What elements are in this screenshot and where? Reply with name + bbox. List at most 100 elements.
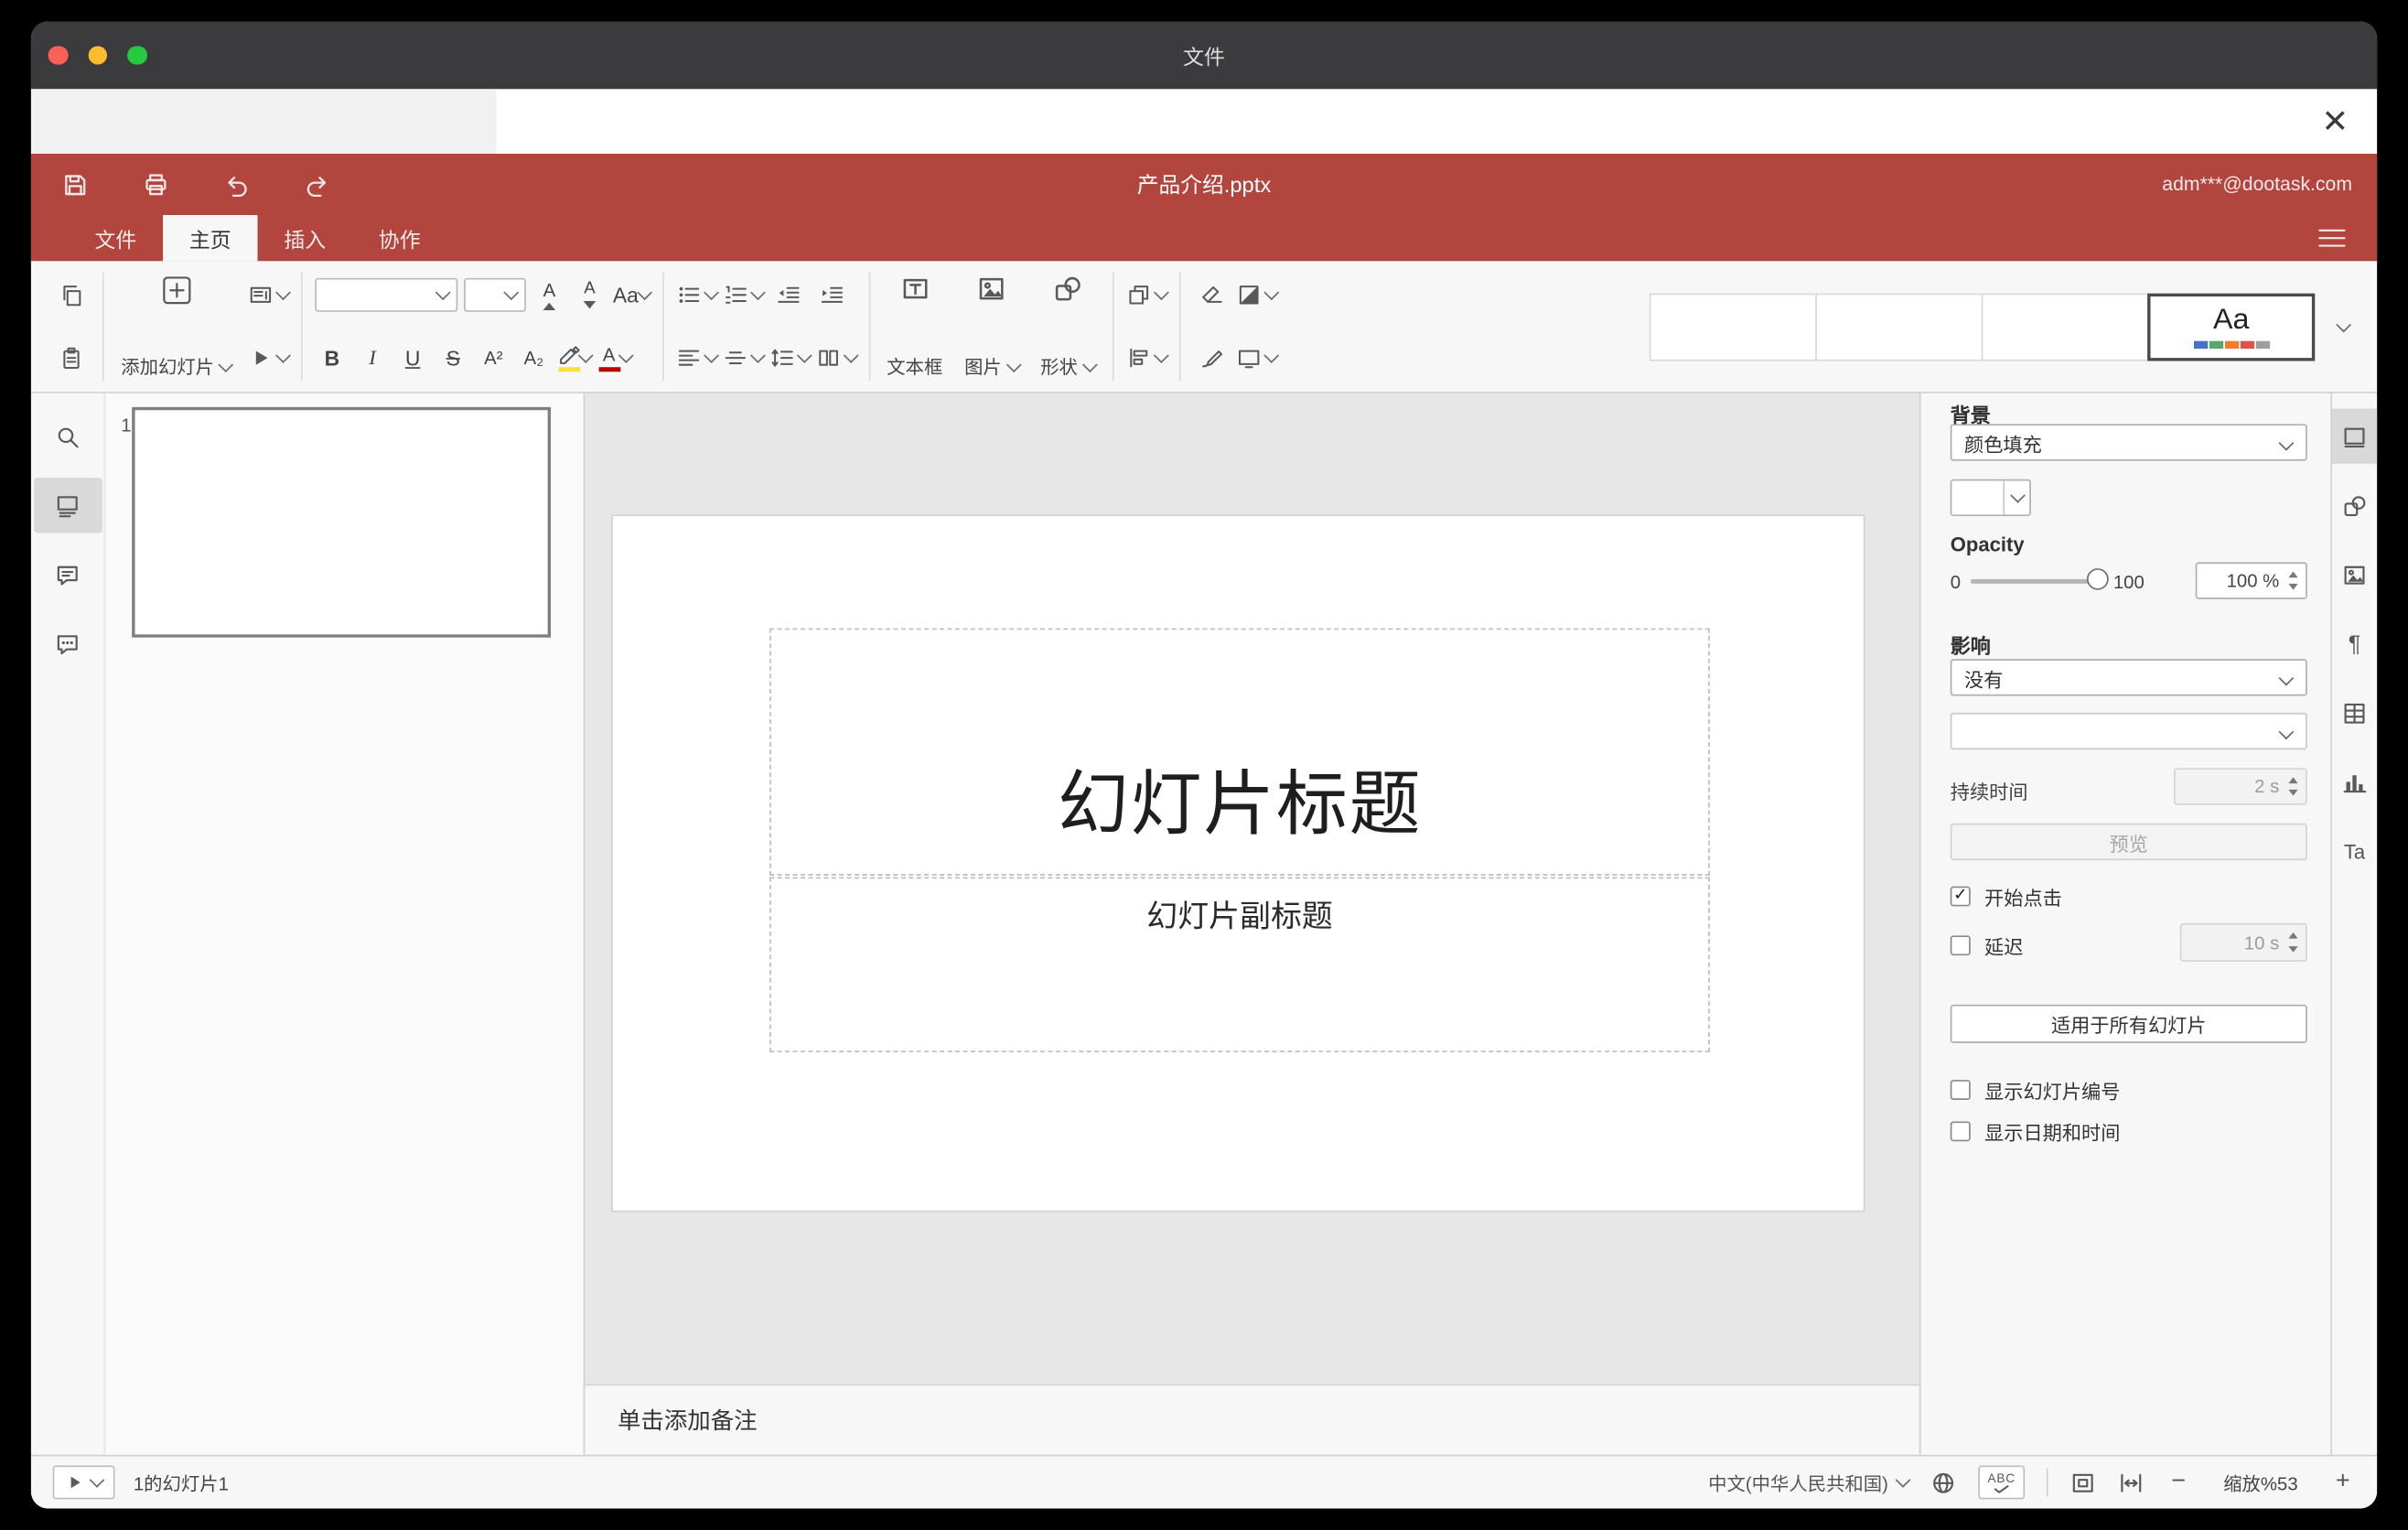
font-size-select[interactable] bbox=[464, 277, 526, 312]
numbered-list-button[interactable] bbox=[722, 275, 766, 315]
text-art-settings-tab[interactable]: Ta bbox=[2331, 824, 2377, 878]
print-button[interactable] bbox=[134, 163, 177, 206]
underline-button[interactable]: U bbox=[395, 339, 429, 376]
save-icon bbox=[64, 174, 85, 195]
highlight-color-button[interactable] bbox=[557, 339, 593, 376]
slide-canvas[interactable]: 幻灯片标题 幻灯片副标题 bbox=[611, 514, 1865, 1212]
comments-panel-button[interactable] bbox=[33, 547, 102, 602]
opacity-spinner[interactable]: 100 % bbox=[2195, 562, 2307, 599]
theme-gallery-expand-button[interactable] bbox=[2324, 307, 2361, 347]
strikethrough-button[interactable]: S bbox=[436, 339, 470, 376]
slide-thumbnail[interactable] bbox=[132, 406, 552, 638]
insert-image-button[interactable]: 图片 bbox=[953, 269, 1029, 384]
chart-icon bbox=[2343, 774, 2367, 792]
notes-area[interactable]: 单击添加备注 bbox=[585, 1384, 1919, 1455]
subtitle-placeholder[interactable]: 幻灯片副标题 bbox=[769, 877, 1710, 1052]
redo-button[interactable] bbox=[295, 163, 338, 206]
tab-collaboration[interactable]: 协作 bbox=[352, 215, 446, 261]
columns-button[interactable] bbox=[815, 338, 858, 378]
transition-variant-select[interactable] bbox=[1950, 712, 2307, 750]
delay-spinner[interactable]: 10 s bbox=[2179, 922, 2307, 962]
spell-check-button[interactable]: ABC bbox=[1978, 1465, 2026, 1500]
chevron-down-icon bbox=[2005, 480, 2029, 514]
zoom-out-button[interactable]: − bbox=[2166, 1469, 2190, 1496]
save-button[interactable] bbox=[53, 163, 96, 206]
decrease-indent-button[interactable] bbox=[769, 275, 806, 315]
theme-option-selected[interactable]: Aa bbox=[2147, 292, 2316, 361]
slides-panel-button[interactable] bbox=[33, 478, 102, 533]
change-case-button[interactable]: Aa bbox=[612, 276, 652, 313]
bold-button[interactable]: B bbox=[315, 339, 349, 376]
tab-file[interactable]: 文件 bbox=[69, 215, 163, 261]
apply-to-all-button[interactable]: 适用于所有幻灯片 bbox=[1950, 1004, 2307, 1043]
theme-option-1[interactable] bbox=[1649, 292, 1817, 361]
globe-icon[interactable] bbox=[1930, 1470, 1957, 1496]
show-slide-number-checkbox[interactable] bbox=[1950, 1080, 1971, 1100]
line-spacing-button[interactable] bbox=[769, 338, 812, 378]
add-slide-button[interactable]: 添加幻灯片 bbox=[110, 269, 242, 384]
fit-slide-icon[interactable] bbox=[2069, 1470, 2096, 1496]
theme-option-3[interactable] bbox=[1981, 292, 2149, 361]
slide-size-button[interactable] bbox=[1236, 338, 1279, 378]
font-name-select[interactable] bbox=[315, 277, 458, 312]
color-swatch bbox=[1951, 480, 2005, 515]
duration-spinner[interactable]: 2 s bbox=[2173, 768, 2307, 805]
italic-button[interactable]: I bbox=[355, 339, 389, 376]
opacity-slider-knob[interactable] bbox=[2086, 568, 2109, 590]
fit-width-icon[interactable] bbox=[2118, 1470, 2145, 1496]
color-scheme-button[interactable] bbox=[1236, 275, 1279, 315]
insert-shape-button[interactable]: 形状 bbox=[1029, 269, 1105, 384]
tab-insert[interactable]: 插入 bbox=[258, 215, 352, 261]
tab-home[interactable]: 主页 bbox=[163, 215, 258, 262]
vertical-align-button[interactable] bbox=[722, 338, 766, 378]
theme-option-2[interactable] bbox=[1815, 292, 1983, 361]
close-icon[interactable]: ✕ bbox=[2314, 100, 2357, 143]
align-left-icon bbox=[677, 350, 699, 366]
insert-textbox-button[interactable]: 文本框 bbox=[876, 269, 953, 384]
language-selector[interactable]: 中文(中华人民共和国) bbox=[1708, 1470, 1911, 1496]
start-slideshow-statusbar-button[interactable] bbox=[52, 1465, 115, 1500]
search-panel-button[interactable] bbox=[33, 409, 102, 464]
opacity-slider-track[interactable] bbox=[1970, 578, 2102, 584]
font-color-button[interactable]: A bbox=[597, 339, 633, 376]
background-color-picker[interactable] bbox=[1950, 479, 2031, 517]
clear-style-button[interactable] bbox=[1192, 275, 1230, 315]
chat-panel-button[interactable] bbox=[33, 616, 102, 671]
check-icon bbox=[1994, 1484, 2009, 1492]
delay-checkbox[interactable] bbox=[1950, 935, 1971, 956]
superscript-button[interactable]: A² bbox=[477, 339, 511, 376]
paste-button[interactable] bbox=[53, 338, 91, 378]
shape-settings-tab[interactable] bbox=[2331, 478, 2377, 533]
horizontal-align-button[interactable] bbox=[676, 338, 719, 378]
shape-icon bbox=[1055, 276, 1080, 301]
view-settings-button[interactable] bbox=[2312, 220, 2352, 256]
increase-font-button[interactable]: A bbox=[532, 276, 566, 313]
chevron-down-icon bbox=[618, 348, 633, 363]
subscript-button[interactable]: A₂ bbox=[517, 339, 551, 376]
start-slideshow-button[interactable] bbox=[248, 338, 291, 378]
preview-button[interactable]: 预览 bbox=[1950, 823, 2307, 861]
decrease-font-button[interactable]: A bbox=[573, 276, 607, 313]
image-settings-tab[interactable] bbox=[2331, 547, 2377, 602]
start-on-click-checkbox[interactable]: ✓ bbox=[1950, 886, 1971, 907]
eraser-icon bbox=[1201, 286, 1221, 303]
show-date-time-checkbox[interactable] bbox=[1950, 1121, 1971, 1142]
change-case-label: Aa bbox=[612, 283, 639, 307]
increase-indent-button[interactable] bbox=[812, 275, 850, 315]
chart-settings-tab[interactable] bbox=[2331, 754, 2377, 809]
title-placeholder[interactable]: 幻灯片标题 bbox=[769, 628, 1710, 876]
zoom-in-button[interactable]: + bbox=[2330, 1469, 2355, 1496]
slide-layout-button[interactable] bbox=[248, 275, 291, 315]
transition-effect-select[interactable]: 没有 bbox=[1950, 659, 2307, 696]
bullet-list-button[interactable] bbox=[676, 275, 719, 315]
arrange-shape-button[interactable] bbox=[1126, 275, 1169, 315]
undo-button[interactable] bbox=[214, 163, 257, 206]
copy-button[interactable] bbox=[53, 275, 91, 315]
delay-row: 延迟 bbox=[1950, 931, 2023, 960]
copy-style-button[interactable] bbox=[1192, 338, 1230, 378]
paragraph-settings-tab[interactable]: ¶ bbox=[2331, 616, 2377, 671]
table-settings-tab[interactable] bbox=[2331, 685, 2377, 740]
background-fill-select[interactable]: 颜色填充 bbox=[1950, 424, 2307, 461]
align-shape-button[interactable] bbox=[1126, 338, 1169, 378]
slide-settings-tab[interactable] bbox=[2331, 408, 2378, 464]
